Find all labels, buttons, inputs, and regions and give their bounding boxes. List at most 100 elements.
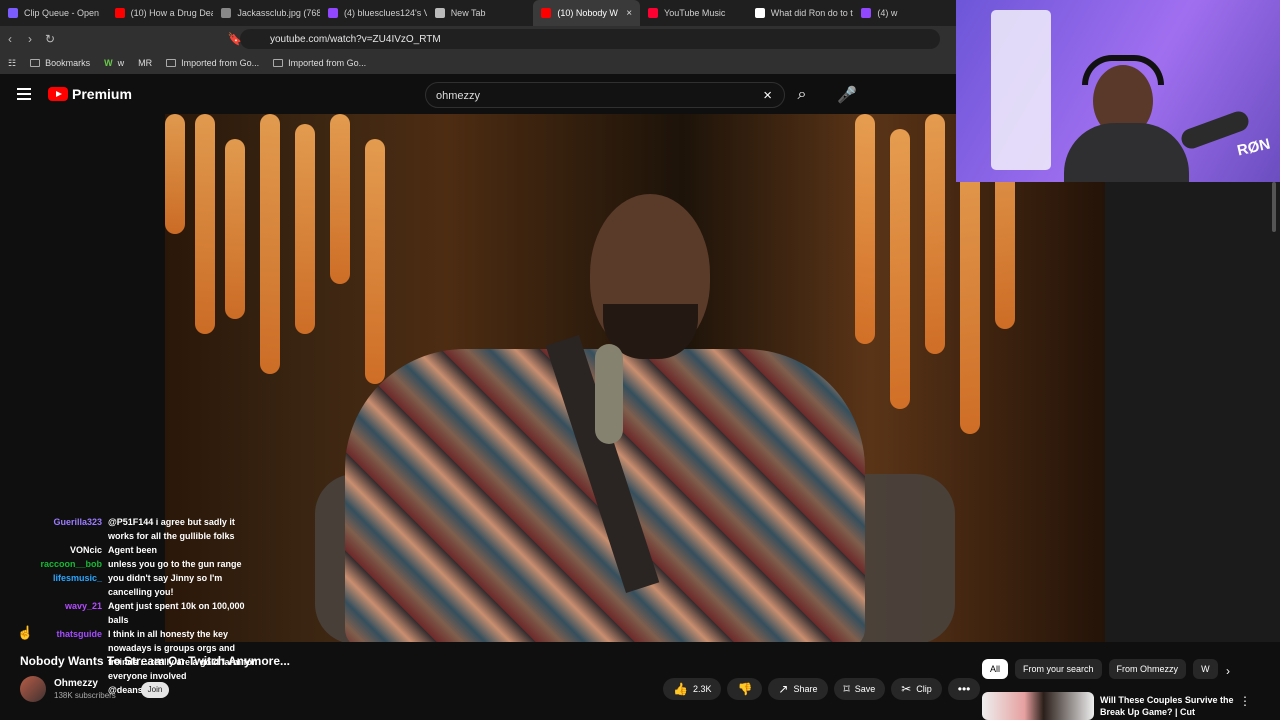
chat-message: Agent been [108, 545, 158, 555]
reload-icon[interactable]: ↻ [40, 32, 60, 46]
browser-tab-new-tab[interactable]: New Tab [427, 0, 534, 26]
dislike-button[interactable]: 👎 [727, 678, 763, 700]
youtube-icon [114, 8, 125, 18]
recommendation-filters: All From your search From Ohmezzy W [982, 659, 1218, 679]
chat-username: raccoon__bob [40, 559, 102, 569]
more-actions-button[interactable]: ••• [947, 678, 981, 700]
twitch-icon [328, 8, 339, 18]
search-icon[interactable]: ⌕ [787, 82, 817, 108]
hand-cursor-icon: ☝ [17, 625, 34, 640]
share-icon: ↗ [778, 682, 789, 696]
youtube-music-icon [648, 8, 659, 18]
scissors-icon: ✂ [901, 682, 912, 696]
filter-from-channel[interactable]: From Ohmezzy [1108, 659, 1187, 679]
more-vertical-icon[interactable]: ⋮ [1239, 694, 1251, 708]
search-input[interactable]: ohmezzy × [425, 82, 785, 108]
video-player[interactable] [165, 114, 1105, 642]
thumbs-down-icon: 👎 [737, 682, 753, 696]
more-horizontal-icon: ••• [957, 682, 971, 696]
right-side-panel [1105, 182, 1280, 642]
slat [165, 114, 185, 234]
folder-icon [166, 59, 177, 67]
chat-line: VONcic Agent been [10, 543, 260, 557]
recommended-thumbnail[interactable] [982, 692, 1094, 720]
chat-line: wavy_21 Agent just spent 10k on 100,000 b… [10, 599, 260, 627]
channel-avatar[interactable] [20, 676, 46, 702]
bookmark-mr[interactable]: MR [138, 58, 152, 68]
chat-username: VONcic [69, 545, 102, 555]
url-field[interactable]: youtube.com/watch?v=ZU4IVzO_RTM [240, 29, 940, 49]
join-button[interactable]: Join [141, 682, 169, 698]
w-icon: W [104, 58, 113, 68]
youtube-play-icon [48, 87, 68, 101]
like-button[interactable]: 👍 2.3K [663, 678, 722, 700]
slat [260, 114, 280, 374]
close-tab-icon[interactable]: × [626, 8, 632, 19]
browser-tab-twitch[interactable]: (4) w [853, 0, 960, 26]
folder-icon [30, 59, 41, 67]
chat-line: Guerilla323 @P51F144 i agree but sadly it… [10, 515, 260, 543]
thumbs-up-icon: 👍 [673, 682, 688, 696]
slat [365, 139, 385, 384]
clip-queue-icon [8, 8, 18, 18]
chat-line: lifesmusic_ you didn't say Jinny so I'm c… [10, 571, 260, 599]
save-button[interactable]: ⌑ Save [833, 678, 886, 700]
browser-tab-clip-queue[interactable]: Clip Queue - Open [0, 0, 107, 26]
filter-next[interactable]: W [1193, 659, 1218, 679]
browser-tab-ron[interactable]: What did Ron do to the [747, 0, 853, 26]
browser-tab-bar: Clip Queue - Open (10) How a Drug Deal J… [0, 0, 960, 26]
browser-tab-jackassclub[interactable]: Jackassclub.jpg (768× [213, 0, 320, 26]
subscriber-count: 138K subscribers [54, 691, 116, 700]
bookmark-imported-2[interactable]: Imported from Go... [273, 58, 366, 68]
bookmarks-bar: ☷ Bookmarks Ww MR Imported from Go... Im… [0, 52, 960, 74]
chat-username: lifesmusic_ [52, 573, 102, 583]
tiktok-icon [754, 8, 765, 18]
forward-icon[interactable]: › [20, 32, 40, 46]
bookmark-imported-1[interactable]: Imported from Go... [166, 58, 259, 68]
filter-all[interactable]: All [982, 659, 1009, 679]
browser-tab-drug-deal[interactable]: (10) How a Drug Deal [107, 0, 213, 26]
browser-tab-nobody-wants[interactable]: (10) Nobody W × [533, 0, 641, 26]
headset [1082, 55, 1164, 85]
bookmark-w[interactable]: Ww [104, 58, 124, 68]
clear-icon[interactable]: × [763, 87, 772, 104]
browser-tab-youtube-music[interactable]: YouTube Music [640, 0, 747, 26]
save-icon: ⌑ [843, 682, 850, 696]
slat [855, 114, 875, 344]
channel-name[interactable]: Ohmezzy [54, 678, 98, 689]
globe-icon [221, 8, 232, 18]
chevron-right-icon[interactable]: › [1226, 664, 1230, 678]
shield-icon [434, 8, 445, 18]
webcam-overlay: RØN [956, 0, 1280, 182]
webcam-light [991, 10, 1051, 170]
microphone-icon[interactable]: 🎤 [835, 82, 859, 108]
video-actions: 👍 2.3K 👎 ↗ Share ⌑ Save ✂ Clip ••• [663, 678, 981, 700]
youtube-icon [541, 8, 552, 18]
webcam-caption: RØN [1235, 135, 1272, 160]
back-icon[interactable]: ‹ [0, 32, 20, 46]
slat [890, 129, 910, 409]
chat-message: unless you go to the gun range [108, 559, 242, 569]
apps-icon[interactable]: ☷ [8, 58, 16, 69]
chat-message: Agent just spent 10k on 100,000 balls [108, 601, 245, 625]
chat-username: Guerilla323 [53, 517, 102, 527]
recommended-video-title[interactable]: Will These Couples Survive the Break Up … [1100, 694, 1235, 718]
address-bar-row: ‹ › ↻ 🔖 youtube.com/watch?v=ZU4IVzO_RTM [0, 26, 960, 52]
chat-message: @P51F144 i agree but sadly it works for … [108, 517, 235, 541]
youtube-logo[interactable]: Premium [48, 86, 132, 102]
chat-line: raccoon__bob unless you go to the gun ran… [10, 557, 260, 571]
video-title: Nobody Wants To Stream On Twitch Anymore… [20, 654, 291, 668]
bookmark-bookmarks[interactable]: Bookmarks [30, 58, 90, 68]
clip-button[interactable]: ✂ Clip [891, 678, 942, 700]
twitch-icon [861, 8, 872, 18]
share-button[interactable]: ↗ Share [768, 678, 828, 700]
folder-icon [273, 59, 284, 67]
slat [195, 114, 215, 334]
chat-overlay: Guerilla323 @P51F144 i agree but sadly it… [10, 515, 260, 720]
filter-from-search[interactable]: From your search [1015, 659, 1102, 679]
menu-icon[interactable] [17, 88, 31, 100]
browser-tab-bluesclues[interactable]: (4) bluesclues124's Vid [320, 0, 427, 26]
slat [330, 114, 350, 284]
scrollbar-thumb[interactable] [1272, 182, 1276, 232]
webcam-person-body [1064, 123, 1189, 182]
